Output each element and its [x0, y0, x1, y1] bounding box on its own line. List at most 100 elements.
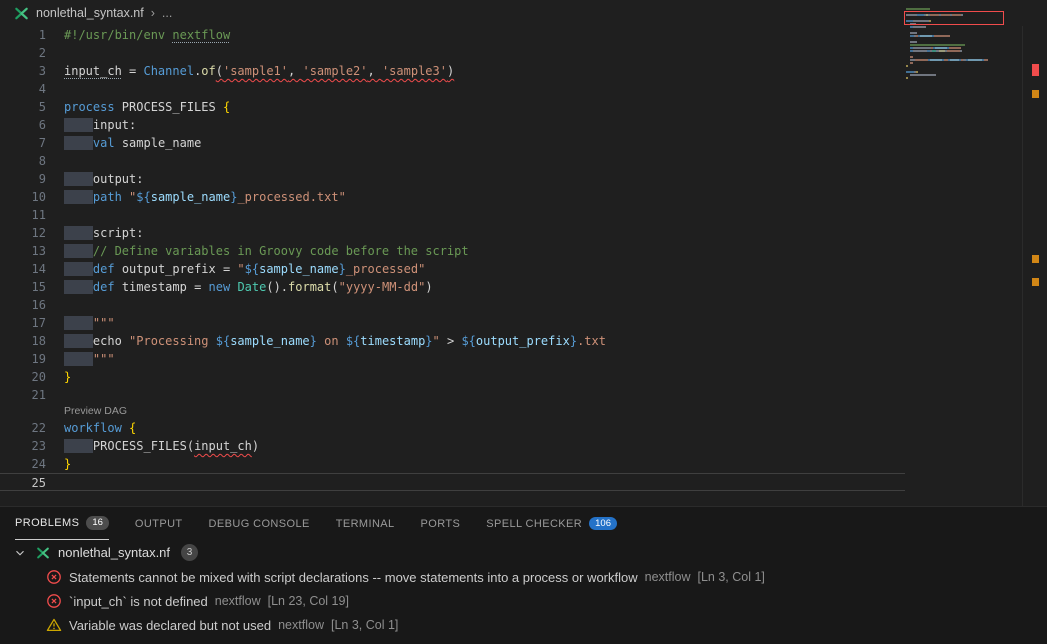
codelens-row[interactable]: Preview DAG — [0, 404, 905, 419]
minimap-line — [906, 80, 1021, 82]
code-text: PROCESS_FILES(input_ch) — [64, 437, 905, 455]
code-line[interactable]: 19 """ — [0, 350, 905, 368]
code-lines[interactable]: 1#!/usr/bin/env nextflow23input_ch = Cha… — [0, 26, 905, 506]
problems-count-badge: 3 — [181, 544, 198, 561]
tab-label: SPELL CHECKER — [486, 518, 582, 530]
minimap-token — [916, 71, 918, 73]
code-token: timestamp — [360, 334, 425, 348]
code-text: workflow { — [64, 419, 905, 437]
code-token: ) — [447, 64, 454, 78]
code-line[interactable]: 16 — [0, 296, 905, 314]
line-number: 17 — [0, 314, 64, 332]
code-text — [64, 386, 905, 404]
code-line[interactable]: 3input_ch = Channel.of('sample1', 'sampl… — [0, 62, 905, 80]
code-line[interactable]: 20} — [0, 368, 905, 386]
code-line[interactable]: 4 — [0, 80, 905, 98]
code-token: new — [209, 280, 231, 294]
panel-tab-ports[interactable]: PORTS — [421, 507, 461, 540]
minimap[interactable] — [906, 8, 1021, 83]
breadcrumb-filename[interactable]: nonlethal_syntax.nf — [36, 6, 144, 20]
code-line[interactable]: 25 — [0, 473, 905, 491]
tab-label: PORTS — [421, 518, 461, 530]
code-line[interactable]: 24} — [0, 455, 905, 473]
code-line[interactable]: 13 // Define variables in Groovy code be… — [0, 242, 905, 260]
overview-ruler-mark — [1032, 255, 1039, 263]
breadcrumb-symbol-ellipsis[interactable]: ... — [162, 6, 172, 20]
code-token: ${ — [216, 334, 230, 348]
panel-tab-spell-checker[interactable]: SPELL CHECKER 106 — [486, 507, 617, 540]
code-line[interactable]: 1#!/usr/bin/env nextflow — [0, 26, 905, 44]
nextflow-file-icon — [13, 5, 29, 21]
panel-tab-debug-console[interactable]: DEBUG CONSOLE — [209, 507, 310, 540]
problem-row[interactable]: Variable was declared but not usednextfl… — [0, 613, 1047, 637]
line-number: 13 — [0, 242, 64, 260]
panel-tab-output[interactable]: OUTPUT — [135, 507, 183, 540]
code-token: 'sample1' — [223, 64, 288, 78]
code-token: > — [440, 334, 462, 348]
code-token: input: — [93, 118, 136, 132]
code-token: { — [129, 421, 136, 435]
code-text: """ — [64, 350, 905, 368]
line-number: 10 — [0, 188, 64, 206]
code-token — [64, 316, 93, 330]
error-circle-icon — [46, 593, 62, 609]
problems-view: nonlethal_syntax.nf 3 Statements cannot … — [0, 540, 1047, 637]
tab-badge: 106 — [589, 517, 617, 531]
line-number: 7 — [0, 134, 64, 152]
panel-tab-problems[interactable]: PROBLEMS16 — [15, 507, 109, 540]
problem-row[interactable]: `input_ch` is not definednextflow[Ln 23,… — [0, 589, 1047, 613]
code-text — [64, 206, 905, 224]
overview-ruler-mark — [1032, 64, 1039, 76]
minimap-token — [968, 59, 982, 61]
code-token: workflow — [64, 421, 122, 435]
code-line[interactable]: 17 """ — [0, 314, 905, 332]
minimap-token — [906, 65, 908, 67]
code-token — [64, 439, 93, 453]
code-line[interactable]: 12 script: — [0, 224, 905, 242]
code-token: } — [570, 334, 577, 348]
code-line[interactable]: 8 — [0, 152, 905, 170]
chevron-down-icon[interactable] — [12, 545, 28, 561]
code-line[interactable]: 7 val sample_name — [0, 134, 905, 152]
problems-filename: nonlethal_syntax.nf — [58, 545, 170, 560]
code-line[interactable]: 21 — [0, 386, 905, 404]
line-number: 23 — [0, 437, 64, 455]
problems-file-group[interactable]: nonlethal_syntax.nf 3 — [0, 540, 1047, 565]
line-number: 18 — [0, 332, 64, 350]
code-line[interactable]: 10 path "${sample_name}_processed.txt" — [0, 188, 905, 206]
minimap-line — [906, 41, 1021, 43]
code-line[interactable]: 6 input: — [0, 116, 905, 134]
code-line[interactable]: 5process PROCESS_FILES { — [0, 98, 905, 116]
code-line[interactable]: 11 — [0, 206, 905, 224]
code-token: timestamp = — [115, 280, 209, 294]
minimap-divider — [1022, 26, 1023, 532]
code-line[interactable]: 2 — [0, 44, 905, 62]
minimap-line — [906, 44, 1021, 46]
minimap-token — [910, 44, 965, 46]
minimap-token — [950, 59, 959, 61]
code-line[interactable]: 23 PROCESS_FILES(input_ch) — [0, 437, 905, 455]
panel-tab-terminal[interactable]: TERMINAL — [336, 507, 395, 540]
minimap-line — [906, 32, 1021, 34]
code-line[interactable]: 9 output: — [0, 170, 905, 188]
minimap-line — [906, 50, 1021, 52]
code-token: { — [223, 100, 230, 114]
minimap-line — [906, 62, 1021, 64]
line-number: 5 — [0, 98, 64, 116]
code-token — [64, 172, 93, 186]
code-text: // Define variables in Groovy code befor… — [64, 242, 905, 260]
code-line[interactable]: 18 echo "Processing ${sample_name} on ${… — [0, 332, 905, 350]
code-line[interactable]: 22workflow { — [0, 419, 905, 437]
code-token: , — [288, 64, 302, 78]
codelens-preview-dag[interactable]: Preview DAG — [64, 404, 905, 419]
code-line[interactable]: 14 def output_prefix = "${sample_name}_p… — [0, 260, 905, 278]
code-token: ( — [331, 280, 338, 294]
minimap-token — [949, 47, 961, 49]
code-token: def — [93, 262, 115, 276]
problem-row[interactable]: Statements cannot be mixed with script d… — [0, 565, 1047, 589]
code-text: output: — [64, 170, 905, 188]
code-token: path — [93, 190, 122, 204]
problem-message: Statements cannot be mixed with script d… — [69, 570, 638, 585]
code-line[interactable]: 15 def timestamp = new Date().format("yy… — [0, 278, 905, 296]
code-token: Channel — [143, 64, 194, 78]
